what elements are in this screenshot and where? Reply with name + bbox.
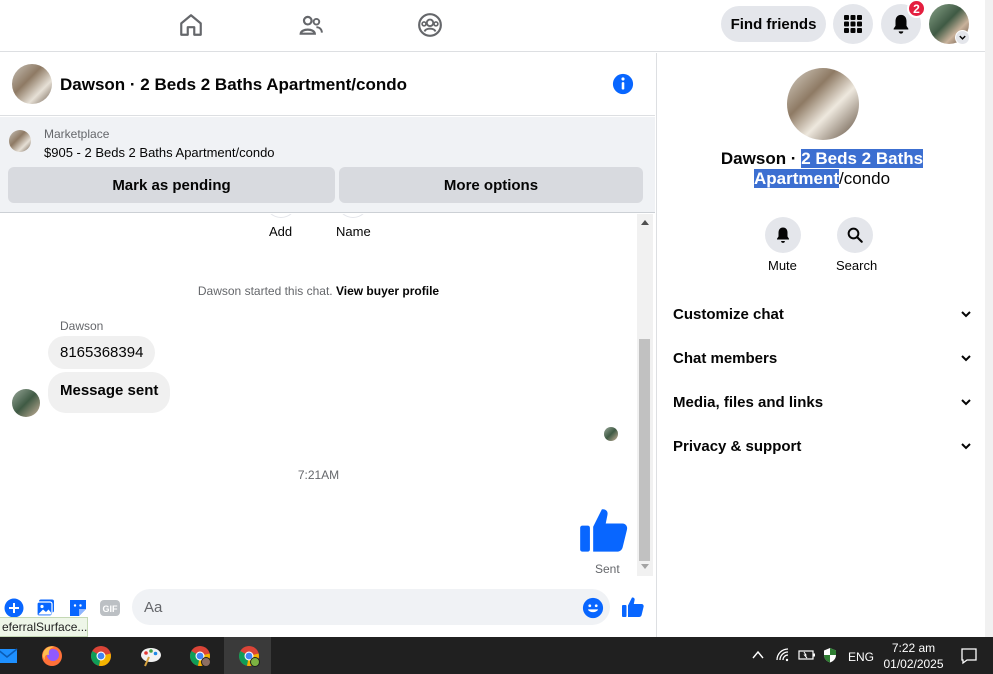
search-button[interactable]: [837, 217, 873, 253]
bell-icon: [893, 14, 909, 34]
customize-chat-label: Customize chat: [673, 305, 784, 323]
chat-title[interactable]: Dawson · 2 Beds 2 Baths Apartment/condo: [60, 75, 407, 95]
media-files-links-label: Media, files and links: [673, 393, 824, 411]
add-action-label[interactable]: Add: [269, 224, 292, 239]
chevron-down-icon: [961, 399, 971, 406]
clock-time: 7:22 am: [891, 641, 936, 655]
listing-title[interactable]: $905 - 2 Beds 2 Baths Apartment/condo: [44, 145, 275, 160]
photo-icon[interactable]: [35, 597, 57, 619]
language-indicator[interactable]: ENG: [848, 650, 874, 664]
panel-title-selection-2: Apartment: [753, 169, 839, 188]
listing-thumbnail-small: [9, 130, 31, 152]
mute-label[interactable]: Mute: [768, 258, 797, 273]
chevron-down-icon: [961, 311, 971, 318]
chrome-profile-icon[interactable]: [185, 641, 215, 671]
chrome-active-icon[interactable]: [234, 641, 264, 671]
battery-icon[interactable]: [798, 649, 816, 661]
sticker-icon[interactable]: [67, 597, 89, 619]
like-button-icon[interactable]: [621, 595, 645, 619]
search-icon: [847, 227, 863, 243]
notification-badge: 2: [907, 0, 926, 18]
wifi-icon[interactable]: [776, 648, 792, 662]
privacy-support-row[interactable]: Privacy & support: [673, 431, 973, 461]
marketplace-listing-panel: Marketplace $905 - 2 Beds 2 Baths Apartm…: [0, 117, 655, 213]
firefox-icon[interactable]: [37, 641, 67, 671]
panel-title-suffix: /condo: [838, 169, 891, 188]
panel-title-selection: 2 Beds 2 Baths: [801, 149, 924, 168]
chat-members-label: Chat members: [673, 349, 778, 367]
name-action-label[interactable]: Name: [336, 224, 371, 239]
thumbs-up-icon: [580, 509, 628, 552]
media-files-links-row[interactable]: Media, files and links: [673, 387, 973, 417]
friends-icon[interactable]: [296, 10, 326, 40]
chrome-icon[interactable]: [86, 641, 116, 671]
chevron-up-icon[interactable]: [752, 650, 764, 660]
sender-avatar[interactable]: [12, 389, 40, 417]
chevron-down-icon: [961, 443, 971, 450]
add-action-circle[interactable]: [265, 214, 297, 218]
scroll-up-arrow[interactable]: [641, 220, 649, 225]
chat-header: Dawson · 2 Beds 2 Baths Apartment/condo: [0, 53, 655, 116]
privacy-support-label: Privacy & support: [673, 437, 802, 455]
clock-date: 01/02/2025: [883, 657, 944, 671]
windows-taskbar: ENG 7:22 am 01/02/2025: [0, 637, 993, 674]
paint-app-icon[interactable]: [136, 641, 166, 671]
account-chevron-icon[interactable]: [955, 30, 970, 45]
menu-grid-button[interactable]: [833, 4, 873, 44]
emoji-icon[interactable]: [582, 597, 604, 619]
name-action-circle[interactable]: [337, 214, 369, 218]
chat-started-text: Dawson started this chat.: [197, 284, 336, 298]
message-thread: Add Name Dawson started this chat. View …: [0, 214, 637, 576]
status-tooltip: eferralSurface...: [0, 617, 88, 637]
bell-icon: [777, 227, 789, 243]
scroll-thumb[interactable]: [639, 339, 650, 561]
message-bubble[interactable]: Message sent: [48, 372, 171, 413]
mark-as-pending-button[interactable]: Mark as pending: [8, 167, 335, 203]
security-shield-icon[interactable]: [822, 647, 838, 663]
sent-status: Sent: [595, 562, 620, 576]
marketplace-label: Marketplace: [44, 127, 110, 141]
gif-icon[interactable]: GIF: [99, 597, 121, 619]
chat-started-notice: Dawson started this chat. View buyer pro…: [0, 284, 637, 298]
gif-icon-label: GIF: [103, 604, 119, 614]
chat-details-panel: Dawson · 2 Beds 2 Baths Apartment/condo M…: [656, 53, 985, 637]
top-navigation-bar: Find friends 2: [0, 0, 985, 52]
mail-app-icon[interactable]: [0, 641, 22, 671]
notification-center-icon[interactable]: [960, 647, 978, 665]
find-friends-button[interactable]: Find friends: [721, 6, 826, 42]
search-label[interactable]: Search: [836, 258, 877, 273]
chevron-down-icon: [961, 355, 971, 362]
mute-button[interactable]: [765, 217, 801, 253]
home-icon[interactable]: [176, 10, 206, 40]
message-input[interactable]: [132, 589, 610, 625]
window-scrollbar-track[interactable]: [985, 0, 993, 637]
plus-icon[interactable]: [3, 597, 25, 619]
panel-title: Dawson · 2 Beds 2 Baths Apartment/condo: [687, 149, 957, 189]
system-clock[interactable]: 7:22 am 01/02/2025: [876, 640, 951, 672]
more-options-button[interactable]: More options: [339, 167, 643, 203]
groups-icon[interactable]: [415, 10, 445, 40]
message-bubble[interactable]: 8165368394: [48, 336, 156, 369]
listing-photo[interactable]: [787, 68, 859, 140]
message-timestamp: 7:21AM: [297, 468, 340, 482]
info-icon[interactable]: [612, 73, 634, 95]
chat-members-row[interactable]: Chat members: [673, 343, 973, 373]
scroll-down-arrow[interactable]: [641, 564, 649, 569]
listing-thumbnail[interactable]: [12, 64, 52, 104]
panel-title-prefix: Dawson ·: [720, 149, 802, 168]
seen-indicator-avatar: [604, 427, 618, 441]
grid-icon: [844, 15, 862, 33]
thread-scrollbar[interactable]: [637, 214, 653, 576]
message-composer: GIF: [0, 577, 655, 637]
view-buyer-profile-link[interactable]: View buyer profile: [336, 284, 439, 298]
sender-name: Dawson: [60, 319, 104, 333]
customize-chat-row[interactable]: Customize chat: [673, 299, 973, 329]
